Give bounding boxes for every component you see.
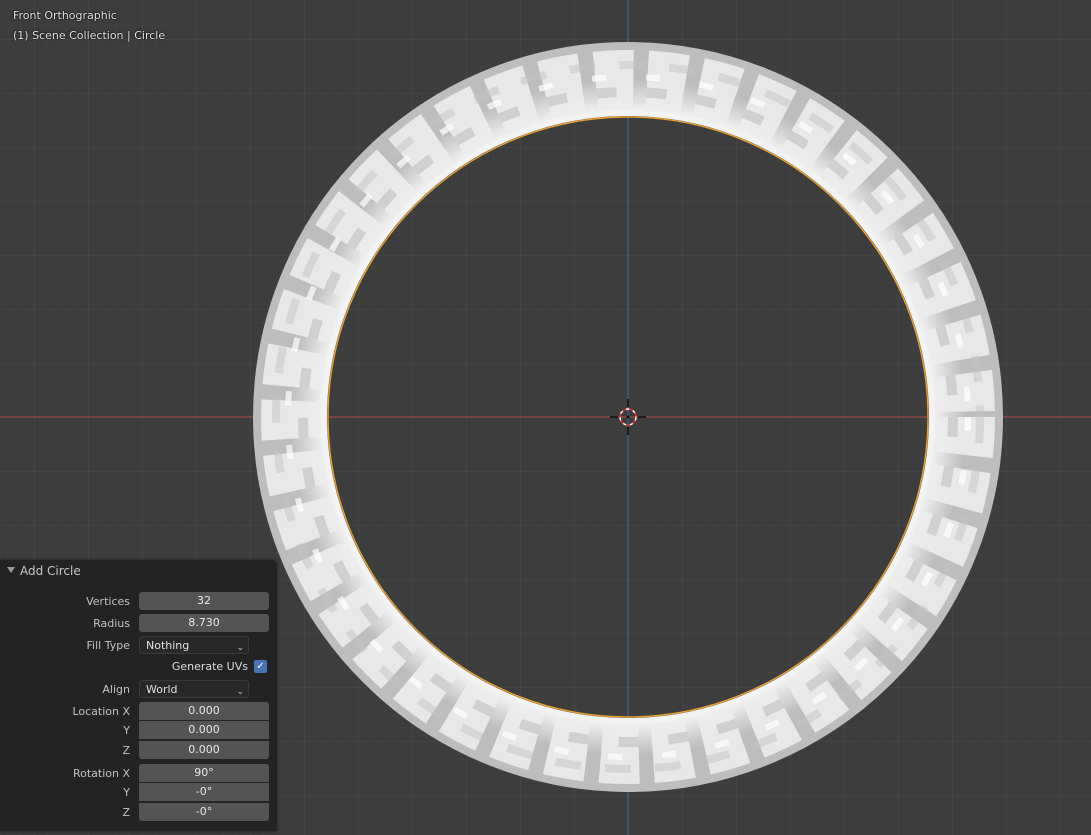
collapse-triangle-icon[interactable] (7, 567, 15, 573)
location-x-field[interactable]: 0.000 (139, 702, 269, 720)
radius-label: Radius (93, 617, 130, 630)
fill-type-value: Nothing (146, 639, 190, 652)
location-z-field[interactable]: 0.000 (139, 741, 269, 759)
generate-uvs-checkbox[interactable]: ✓ (254, 660, 267, 673)
collection-info-label: (1) Scene Collection | Circle (13, 29, 166, 42)
vertices-label: Vertices (86, 595, 130, 608)
location-x-label: Location X (72, 705, 130, 718)
checkmark-icon: ✓ (256, 661, 265, 672)
chevron-down-icon: ⌄ (236, 643, 244, 653)
3d-viewport[interactable]: Front Orthographic (1) Scene Collection … (0, 0, 1091, 835)
generate-uvs-label: Generate UVs (171, 660, 248, 673)
add-circle-operator-panel[interactable]: Add Circle Vertices 32 Radius 8.730 Fill… (0, 560, 277, 831)
rotation-x-label: Rotation X (72, 767, 130, 780)
rotation-y-field[interactable]: -0° (139, 783, 269, 801)
fill-type-dropdown[interactable]: Nothing ⌄ (139, 636, 249, 654)
align-value: World (146, 683, 178, 696)
rotation-y-label: Y (123, 786, 130, 799)
align-label: Align (102, 683, 130, 696)
align-dropdown[interactable]: World ⌄ (139, 680, 249, 698)
location-y-label: Y (123, 724, 130, 737)
view-name-label: Front Orthographic (13, 9, 117, 22)
rotation-z-label: Z (122, 806, 130, 819)
chevron-down-icon: ⌄ (236, 687, 244, 697)
radius-field[interactable]: 8.730 (139, 614, 269, 632)
location-z-label: Z (122, 744, 130, 757)
vertices-field[interactable]: 32 (139, 592, 269, 610)
rotation-z-field[interactable]: -0° (139, 803, 269, 821)
fill-type-label: Fill Type (86, 639, 130, 652)
rotation-x-field[interactable]: 90° (139, 764, 269, 782)
operator-panel-title: Add Circle (20, 564, 81, 578)
location-y-field[interactable]: 0.000 (139, 721, 269, 739)
operator-panel-header[interactable]: Add Circle (0, 560, 277, 584)
